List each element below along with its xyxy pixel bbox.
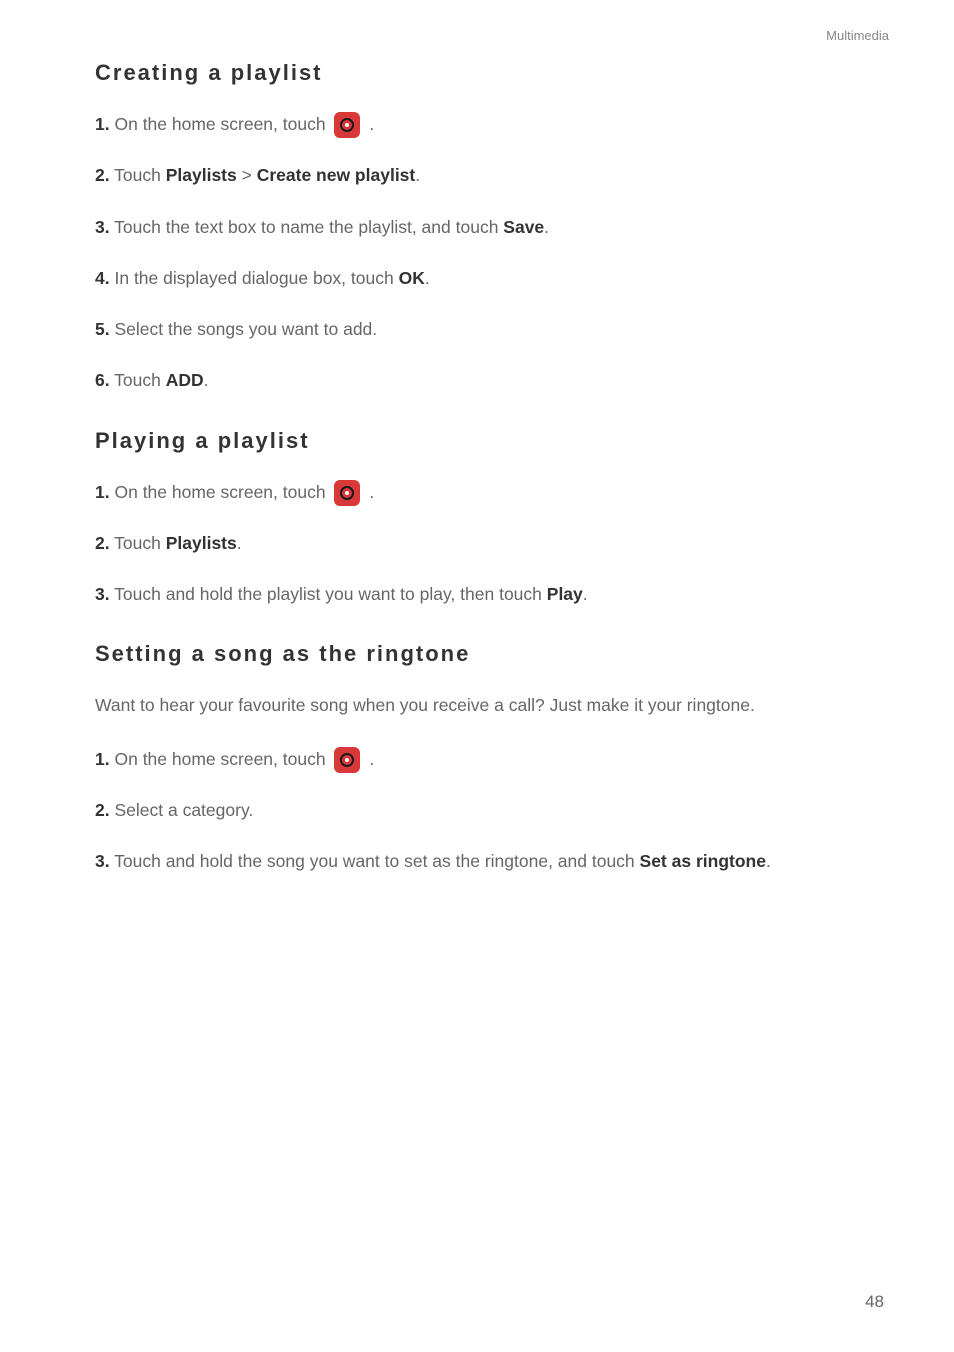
bold-label: Playlists [166,165,237,185]
music-icon [334,480,360,506]
step-text: On the home screen, touch [114,749,330,769]
step-number: 2. [95,800,110,820]
step-number: 3. [95,584,110,604]
music-icon [334,747,360,773]
step-text: . [369,749,374,769]
step-number: 4. [95,268,110,288]
step-number: 6. [95,370,110,390]
section-title-creating: Creating a playlist [95,60,859,86]
step-item: 1. On the home screen, touch . [95,743,859,776]
step-text: . [369,114,374,134]
step-text: > [237,165,257,185]
page-content: Creating a playlist 1. On the home scree… [0,0,954,878]
header-label: Multimedia [826,28,889,43]
step-text: . [369,482,374,502]
step-item: 2. Touch Playlists > Create new playlist… [95,159,859,192]
step-number: 2. [95,165,110,185]
step-text: . [415,165,420,185]
page-number: 48 [865,1292,884,1312]
step-number: 3. [95,851,110,871]
step-text: . [583,584,588,604]
step-item: 5. Select the songs you want to add. [95,313,859,346]
step-item: 2. Select a category. [95,794,859,827]
step-text: . [544,217,549,237]
bold-label: Play [547,584,583,604]
step-item: 2. Touch Playlists. [95,527,859,560]
step-text: . [204,370,209,390]
step-text: Touch and hold the song you want to set … [114,851,639,871]
step-text: On the home screen, touch [114,482,330,502]
section-title-playing: Playing a playlist [95,428,859,454]
step-item: 3. Touch and hold the song you want to s… [95,845,859,878]
section-title-ringtone: Setting a song as the ringtone [95,641,859,667]
step-item: 3. Touch and hold the playlist you want … [95,578,859,611]
step-text: . [237,533,242,553]
step-text: Select a category. [114,800,253,820]
music-icon [334,112,360,138]
intro-text: Want to hear your favourite song when yo… [95,689,859,722]
step-text: Touch [114,165,166,185]
step-number: 2. [95,533,110,553]
step-number: 5. [95,319,110,339]
bold-label: ADD [166,370,204,390]
bold-label: Save [503,217,544,237]
step-text: Touch the text box to name the playlist,… [114,217,503,237]
step-text: Touch [114,533,166,553]
step-item: 6. Touch ADD. [95,364,859,397]
bold-label: OK [399,268,425,288]
step-text: Touch [114,370,166,390]
bold-label: Set as ringtone [640,851,766,871]
step-item: 4. In the displayed dialogue box, touch … [95,262,859,295]
step-text: . [766,851,771,871]
step-number: 1. [95,114,110,134]
step-number: 1. [95,749,110,769]
step-number: 3. [95,217,110,237]
step-text: On the home screen, touch [114,114,330,134]
step-item: 3. Touch the text box to name the playli… [95,211,859,244]
step-text: Touch and hold the playlist you want to … [114,584,547,604]
step-text: . [425,268,430,288]
step-item: 1. On the home screen, touch . [95,476,859,509]
bold-label: Create new playlist [257,165,416,185]
step-text: Select the songs you want to add. [114,319,377,339]
step-text: In the displayed dialogue box, touch [114,268,398,288]
bold-label: Playlists [166,533,237,553]
step-number: 1. [95,482,110,502]
step-item: 1. On the home screen, touch . [95,108,859,141]
